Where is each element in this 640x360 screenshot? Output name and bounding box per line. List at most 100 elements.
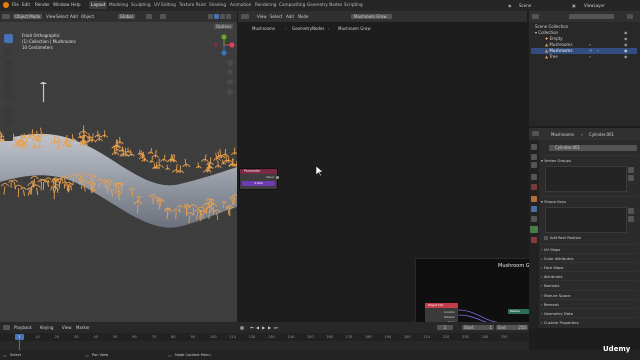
navigation-gizmo[interactable] — [213, 34, 235, 56]
prev-keyframe-icon[interactable]: ◀ — [256, 325, 259, 330]
options-button[interactable]: Options — [214, 24, 234, 29]
editor-type-button[interactable] — [2, 14, 10, 19]
rotate-icon[interactable] — [4, 70, 13, 79]
viewport-menu-select[interactable]: Select — [56, 14, 68, 19]
filter-icon[interactable] — [627, 14, 633, 19]
node-output-socket[interactable] — [276, 176, 279, 179]
outliner-search-field[interactable] — [569, 14, 614, 19]
tab-texture-paint[interactable]: Texture Paint — [177, 1, 208, 9]
menu-render[interactable]: Render — [35, 2, 50, 7]
camera-view-icon[interactable] — [227, 79, 233, 85]
select-box-icon[interactable] — [4, 34, 13, 43]
menu-edit[interactable]: Edit — [22, 2, 30, 7]
pan-hand-icon[interactable] — [227, 69, 233, 75]
tab-rendering[interactable]: Rendering — [253, 1, 278, 9]
parameter-node[interactable]: Parameter Value 2.000 — [239, 168, 279, 190]
zoom-icon[interactable] — [227, 60, 233, 66]
node-tree-selector[interactable]: Mushroom Grow — [351, 14, 390, 19]
checkbox-icon[interactable] — [544, 236, 548, 240]
node-value-field[interactable]: 2.000 — [242, 181, 275, 186]
viewport-menu-object[interactable]: Object — [81, 14, 94, 19]
menu-window[interactable]: Window — [53, 2, 70, 7]
shading-rendered-icon[interactable] — [226, 14, 231, 19]
end-frame-field[interactable]: End 250 — [496, 325, 528, 330]
viewport-menu-add[interactable]: Add — [70, 14, 78, 19]
scene-selector[interactable]: Scene — [519, 3, 531, 8]
tab-compositing[interactable]: Compositing — [277, 1, 307, 9]
record-icon[interactable] — [240, 326, 244, 330]
timeline-menu-keying[interactable]: Keying — [40, 325, 53, 330]
tab-sculpting[interactable]: Sculpting — [129, 1, 153, 9]
tab-uv-editing[interactable]: UV Editing — [152, 1, 178, 9]
data-tab-icon[interactable] — [530, 226, 538, 233]
fake-user-icon[interactable] — [387, 14, 392, 19]
vertex-groups-list[interactable] — [545, 166, 627, 192]
tab-modeling[interactable]: Modeling — [107, 1, 130, 9]
add-cube-icon[interactable] — [4, 132, 13, 141]
snap-icon[interactable] — [146, 14, 152, 19]
modifier-tab-icon[interactable] — [531, 206, 537, 212]
play-icon[interactable]: ▶ — [262, 325, 265, 330]
menu-file[interactable]: File — [12, 2, 19, 7]
object-tab-icon[interactable] — [531, 196, 537, 202]
shading-solid-icon[interactable] — [214, 14, 219, 19]
timeline-menu-view[interactable]: View — [62, 325, 72, 330]
material-tab-icon[interactable] — [531, 237, 537, 243]
scene-tab-icon[interactable] — [531, 174, 537, 180]
tool-tab-icon[interactable] — [531, 144, 537, 150]
shape-keys-panel[interactable]: ▾ Shape Keys — [541, 196, 637, 206]
viewport-menu-view[interactable]: View — [46, 14, 56, 19]
properties-editor-type-button[interactable] — [532, 131, 539, 136]
add-vertex-group-button[interactable] — [628, 167, 634, 173]
world-tab-icon[interactable] — [531, 184, 537, 190]
output-tab-icon[interactable] — [531, 162, 537, 168]
3d-viewport[interactable]: Front Orthographic (1) Collection | Mush… — [0, 22, 237, 322]
current-frame-field[interactable]: 1 — [437, 325, 453, 330]
tab-animation[interactable]: Animation — [228, 1, 253, 9]
add-shape-key-button[interactable] — [628, 208, 634, 214]
jump-end-icon[interactable]: ⏭ — [274, 325, 278, 330]
start-frame-field[interactable]: Start 1 — [462, 325, 494, 330]
annotate-icon[interactable] — [4, 107, 13, 116]
shading-wireframe-icon[interactable] — [208, 14, 213, 19]
render-tab-icon[interactable] — [531, 154, 537, 160]
node-menu-view[interactable]: View — [257, 14, 267, 19]
tab-geometry-nodes[interactable]: Geometry Nodes — [305, 1, 344, 9]
mesh-name-field[interactable]: Cylinder.001 — [549, 145, 637, 151]
physics-tab-icon[interactable] — [531, 216, 537, 222]
custom-properties-panel[interactable]: › Custom Properties — [541, 317, 637, 327]
move-icon[interactable] — [4, 60, 13, 69]
timeline-editor-type-button[interactable] — [3, 325, 10, 330]
timeline-menu-playback[interactable]: Playback — [14, 325, 32, 330]
timeline-menu-marker[interactable]: Marker — [76, 325, 90, 330]
outliner-item-tree[interactable]: ▲ Tree ▿ ◉ — [531, 54, 637, 60]
shading-material-icon[interactable] — [220, 14, 225, 19]
proportional-edit-icon[interactable] — [160, 14, 166, 19]
node-menu-add[interactable]: Add — [286, 14, 294, 19]
mode-dropdown[interactable]: Object Mode — [13, 14, 43, 19]
normals-panel[interactable]: › Normals — [541, 280, 637, 290]
vertex-groups-panel[interactable]: ▾ Vertex Groups — [541, 155, 637, 165]
ortho-toggle-icon[interactable] — [227, 89, 233, 95]
blender-logo-icon[interactable] — [3, 2, 9, 8]
node-menu-select[interactable]: Select — [270, 14, 282, 19]
tab-scripting[interactable]: Scripting — [342, 1, 365, 9]
measure-icon[interactable] — [4, 117, 13, 126]
add-rest-position-checkbox[interactable]: Add Rest Position — [544, 236, 581, 241]
transform-icon[interactable] — [4, 90, 13, 99]
remove-shape-key-button[interactable] — [628, 216, 634, 222]
cursor-icon[interactable] — [4, 47, 13, 56]
view-layer-selector[interactable]: ViewLayer — [584, 3, 605, 8]
tab-shading[interactable]: Shading — [207, 1, 228, 9]
node-menu-node[interactable]: Node — [298, 14, 308, 19]
next-keyframe-icon[interactable]: ▶ — [268, 325, 271, 330]
outliner-editor-type-button[interactable] — [532, 14, 539, 19]
view-layer-icon[interactable]: ▣ — [572, 3, 576, 8]
remove-vertex-group-button[interactable] — [628, 175, 634, 181]
node-editor-type-button[interactable] — [241, 14, 249, 19]
scale-icon[interactable] — [4, 80, 13, 89]
visibility-icon[interactable]: ◉ — [624, 54, 628, 60]
shape-keys-list[interactable] — [545, 207, 627, 233]
menu-help[interactable]: Help — [71, 2, 81, 7]
jump-start-icon[interactable]: ⏮ — [250, 325, 254, 330]
